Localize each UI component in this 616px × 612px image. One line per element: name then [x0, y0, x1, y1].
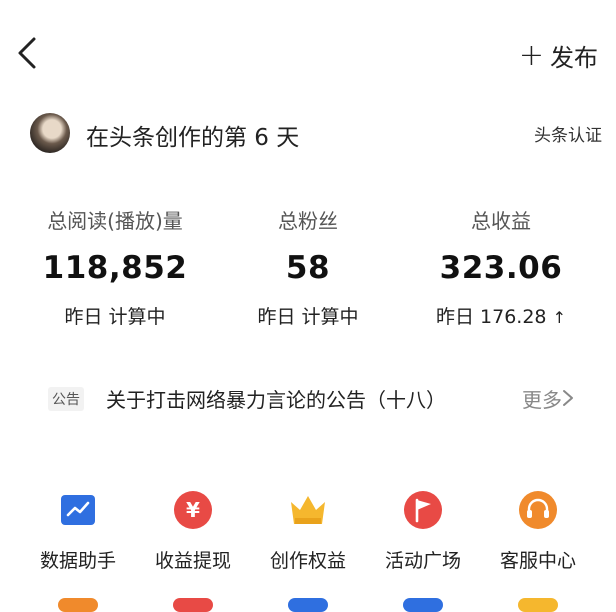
avatar[interactable]	[30, 113, 70, 153]
stat-total-fans[interactable]: 总粉丝 58 昨日 计算中	[213, 205, 403, 329]
plus-icon: +	[518, 37, 544, 73]
tool-label: 活动广场	[384, 550, 461, 572]
tool-creator-rights[interactable]: 创作权益	[248, 488, 368, 573]
stat-sub: 昨日 计算中	[64, 306, 166, 328]
next-row-icon-peek	[518, 598, 558, 612]
next-row-icon-peek	[58, 598, 98, 612]
publish-button[interactable]: + 发布	[519, 38, 598, 73]
certification-link[interactable]: 头条认证	[534, 121, 602, 146]
stat-total-reads[interactable]: 总阅读(播放)量 118,852 昨日 计算中	[20, 205, 210, 329]
stat-label: 总阅读(播放)量	[47, 209, 183, 233]
tool-earnings-withdraw[interactable]: ¥ 收益提现	[133, 488, 253, 573]
stat-label: 总粉丝	[278, 209, 338, 233]
tool-label: 客服中心	[499, 550, 576, 572]
creator-days-text: 在头条创作的第 6 天	[86, 125, 300, 151]
stat-sub: 昨日 176.28 ↑	[406, 302, 596, 329]
stat-value: 323.06	[439, 250, 563, 286]
stat-sub: 昨日 计算中	[257, 306, 359, 328]
crown-icon	[286, 488, 330, 532]
tool-activity-square[interactable]: 活动广场	[363, 488, 483, 573]
next-row-icon-peek	[173, 598, 213, 612]
yuan-coin-icon: ¥	[171, 488, 215, 532]
up-arrow-icon: ↑	[552, 308, 566, 327]
notice-tag: 公告	[48, 387, 84, 411]
next-row-icon-peek	[403, 598, 443, 612]
stat-sub-text: 昨日 176.28	[436, 306, 547, 328]
next-row-icon-peek	[288, 598, 328, 612]
tool-data-assistant[interactable]: 数据助手	[18, 488, 138, 573]
stat-value: 118,852	[42, 250, 188, 286]
flag-icon	[401, 488, 445, 532]
data-chart-icon	[56, 488, 100, 532]
notice-link[interactable]: 关于打击网络暴力言论的公告（十八）	[106, 384, 446, 413]
back-icon[interactable]	[14, 36, 44, 70]
stat-value: 58	[285, 250, 331, 286]
stat-total-earnings[interactable]: 总收益 323.06 昨日 176.28 ↑	[406, 205, 596, 329]
tool-label: 数据助手	[39, 550, 116, 572]
more-link[interactable]: 更多	[522, 384, 562, 413]
stat-label: 总收益	[471, 209, 531, 233]
tool-label: 创作权益	[269, 550, 346, 572]
svg-text:¥: ¥	[186, 498, 200, 522]
tool-label: 收益提现	[154, 550, 231, 572]
headset-icon	[516, 488, 560, 532]
publish-label: 发布	[550, 44, 598, 72]
chevron-right-icon[interactable]	[560, 388, 576, 408]
tool-customer-service[interactable]: 客服中心	[478, 488, 598, 573]
